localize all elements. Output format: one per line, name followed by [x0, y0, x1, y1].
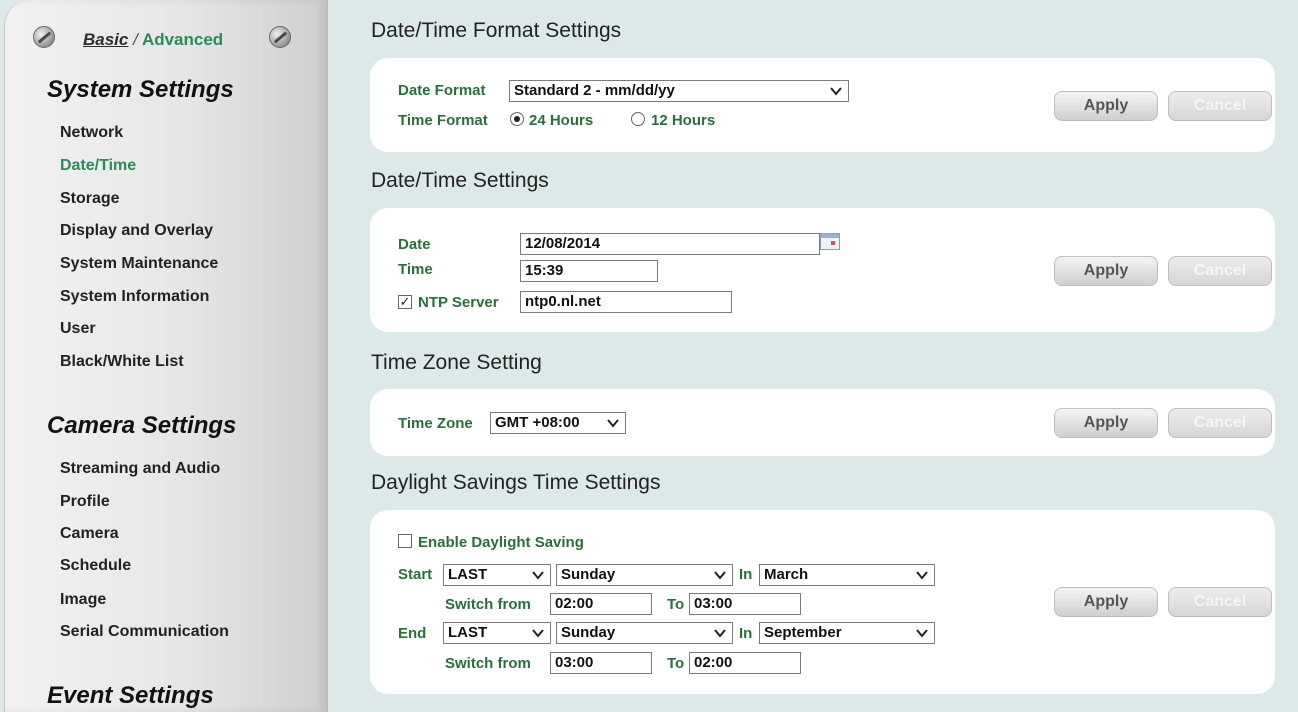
end-to-input[interactable]: 02:00 [689, 652, 801, 674]
sidebar-item-serial-communication[interactable]: Serial Communication [60, 623, 229, 641]
date-format-value: Standard 2 - mm/dd/yy [514, 82, 675, 99]
sidebar-item-streaming-audio[interactable]: Streaming and Audio [60, 460, 220, 478]
end-week-select[interactable]: LAST [443, 622, 551, 644]
start-month-value: March [764, 566, 809, 583]
format-section-title: Date/Time Format Settings [371, 19, 622, 42]
chevron-down-icon [532, 571, 544, 580]
sidebar-item-image[interactable]: Image [60, 591, 106, 609]
calendar-icon[interactable] [820, 233, 840, 250]
ntp-server-input[interactable]: ntp0.nl.net [520, 291, 732, 313]
sidebar-item-user[interactable]: User [60, 320, 96, 338]
date-format-label: Date Format [398, 82, 486, 99]
date-label: Date [398, 236, 431, 253]
end-switch-from-label: Switch from [445, 655, 531, 672]
timezone-panel: Time Zone GMT +08:00 Apply Cancel [370, 389, 1275, 456]
basic-mode-link[interactable]: Basic [83, 30, 128, 49]
time-zone-label: Time Zone [398, 415, 473, 432]
chevron-down-icon [532, 629, 544, 638]
chevron-down-icon [714, 571, 726, 580]
start-in-label: In [739, 566, 753, 583]
chevron-down-icon [916, 571, 928, 580]
cancel-button[interactable]: Cancel [1168, 91, 1272, 121]
start-day-value: Sunday [561, 566, 616, 583]
end-day-value: Sunday [561, 624, 616, 641]
time-format-label: Time Format [398, 112, 488, 129]
sidebar-item-display-overlay[interactable]: Display and Overlay [60, 222, 213, 240]
date-format-select[interactable]: Standard 2 - mm/dd/yy [509, 80, 849, 102]
chevron-down-icon [830, 87, 842, 96]
enable-daylight-saving-label: Enable Daylight Saving [418, 534, 584, 551]
radio-12-hours[interactable] [631, 112, 645, 126]
end-switch-from-input[interactable]: 03:00 [550, 652, 652, 674]
end-day-select[interactable]: Sunday [556, 622, 733, 644]
datetime-section-title: Date/Time Settings [371, 169, 549, 192]
time-label: Time [398, 261, 433, 278]
event-settings-heading: Event Settings [47, 682, 214, 709]
dst-section-title: Daylight Savings Time Settings [371, 471, 661, 494]
time-zone-select[interactable]: GMT +08:00 [490, 412, 626, 434]
end-week-value: LAST [448, 624, 488, 641]
timezone-section-title: Time Zone Setting [371, 351, 542, 374]
sidebar-item-storage[interactable]: Storage [60, 190, 120, 208]
datetime-panel: Date 12/08/2014 Time 15:39 ✓ NTP Server … [370, 208, 1275, 332]
sidebar-item-system-maintenance[interactable]: System Maintenance [60, 255, 218, 273]
sidebar-item-camera[interactable]: Camera [60, 525, 119, 543]
end-month-value: September [764, 624, 842, 641]
start-week-select[interactable]: LAST [443, 564, 551, 586]
apply-button[interactable]: Apply [1054, 408, 1158, 438]
cancel-button[interactable]: Cancel [1168, 587, 1272, 617]
mode-separator: / [133, 30, 138, 49]
chevron-down-icon [714, 629, 726, 638]
date-input[interactable]: 12/08/2014 [520, 233, 820, 255]
ntp-server-label: NTP Server [418, 294, 499, 311]
start-switch-from-input[interactable]: 02:00 [550, 593, 652, 615]
apply-button[interactable]: Apply [1054, 587, 1158, 617]
advanced-mode-link[interactable]: Advanced [142, 30, 223, 49]
end-in-label: In [739, 625, 753, 642]
system-settings-heading: System Settings [47, 76, 234, 103]
enable-daylight-saving-checkbox[interactable] [398, 534, 412, 548]
cancel-button[interactable]: Cancel [1168, 408, 1272, 438]
start-month-select[interactable]: March [759, 564, 935, 586]
start-week-value: LAST [448, 566, 488, 583]
time-input[interactable]: 15:39 [520, 260, 658, 282]
ntp-server-checkbox[interactable]: ✓ [398, 295, 412, 309]
sidebar-item-date-time[interactable]: Date/Time [60, 157, 136, 175]
radio-24-hours[interactable] [510, 112, 524, 126]
start-to-input[interactable]: 03:00 [689, 593, 801, 615]
chevron-down-icon [916, 629, 928, 638]
screw-icon [33, 26, 55, 48]
start-switch-from-label: Switch from [445, 596, 531, 613]
start-label: Start [398, 566, 433, 583]
end-label: End [398, 625, 427, 642]
end-to-label: To [667, 655, 685, 672]
radio-12-hours-label: 12 Hours [651, 112, 716, 129]
sidebar-item-schedule[interactable]: Schedule [60, 557, 131, 575]
start-day-select[interactable]: Sunday [556, 564, 733, 586]
screw-icon [269, 26, 291, 48]
end-month-select[interactable]: September [759, 622, 935, 644]
start-to-label: To [667, 596, 685, 613]
format-panel: Date Format Standard 2 - mm/dd/yy Time F… [370, 58, 1275, 152]
sidebar-item-system-information[interactable]: System Information [60, 288, 209, 306]
camera-settings-heading: Camera Settings [47, 412, 237, 439]
mode-switch: Basic / Advanced [83, 30, 223, 50]
sidebar: Basic / Advanced System Settings Network… [4, 0, 328, 712]
apply-button[interactable]: Apply [1054, 91, 1158, 121]
chevron-down-icon [607, 419, 619, 428]
dst-panel: Enable Daylight Saving Start LAST Sunday… [370, 510, 1275, 694]
sidebar-item-black-white-list[interactable]: Black/White List [60, 353, 184, 371]
apply-button[interactable]: Apply [1054, 256, 1158, 286]
radio-24-hours-label: 24 Hours [529, 112, 594, 129]
time-zone-value: GMT +08:00 [495, 414, 580, 431]
sidebar-item-network[interactable]: Network [60, 124, 123, 142]
cancel-button[interactable]: Cancel [1168, 256, 1272, 286]
sidebar-item-profile[interactable]: Profile [60, 493, 110, 511]
